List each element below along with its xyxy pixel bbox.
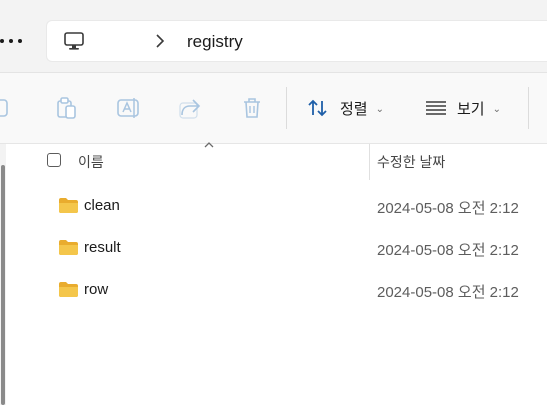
column-divider[interactable] [369,144,370,180]
toolbar-divider [286,87,287,129]
sort-icon [308,99,327,117]
column-header-name[interactable]: 이름 [78,152,104,172]
view-list-icon [426,101,446,115]
chevron-right-icon[interactable] [154,33,166,49]
folder-icon [59,198,78,213]
more-options-icon[interactable] [0,35,24,47]
view-label: 보기 [457,100,485,118]
view-button[interactable]: 보기 ⌄ [425,93,501,123]
sort-ascending-icon [204,142,214,148]
file-name: row [84,281,109,298]
chevron-down-icon: ⌄ [375,103,384,115]
delete-icon[interactable] [239,95,265,121]
sort-label: 정렬 [340,100,368,118]
file-date-modified: 2024-05-08 오전 2:12 [377,284,519,301]
this-pc-icon[interactable] [63,30,85,52]
file-date-modified: 2024-05-08 오전 2:12 [377,242,519,259]
column-header-date-modified[interactable]: 수정한 날짜 [377,152,445,172]
rename-icon[interactable] [115,95,141,121]
copy-icon[interactable] [0,95,14,121]
folder-icon [59,240,78,255]
sort-button[interactable]: 정렬 ⌄ [306,93,384,123]
breadcrumb-current-folder[interactable]: registry [187,32,243,52]
address-bar[interactable]: registry [46,20,547,62]
file-row[interactable]: result 2024-05-08 오전 2:12 [6,228,547,268]
file-name: result [84,239,121,256]
folder-icon [59,282,78,297]
file-row[interactable]: clean 2024-05-08 오전 2:12 [6,186,547,226]
paste-icon[interactable] [53,95,79,121]
toolbar-divider [528,87,529,129]
chevron-down-icon: ⌄ [492,103,501,115]
address-bar-area: registry [0,0,547,73]
navigation-scrollbar[interactable] [1,165,5,405]
command-bar: 정렬 ⌄ 보기 ⌄ [0,73,547,144]
file-name: clean [84,197,120,214]
file-date-modified: 2024-05-08 오전 2:12 [377,200,519,217]
select-all-checkbox[interactable] [47,153,61,167]
share-icon[interactable] [177,95,203,121]
file-row[interactable]: row 2024-05-08 오전 2:12 [6,270,547,310]
